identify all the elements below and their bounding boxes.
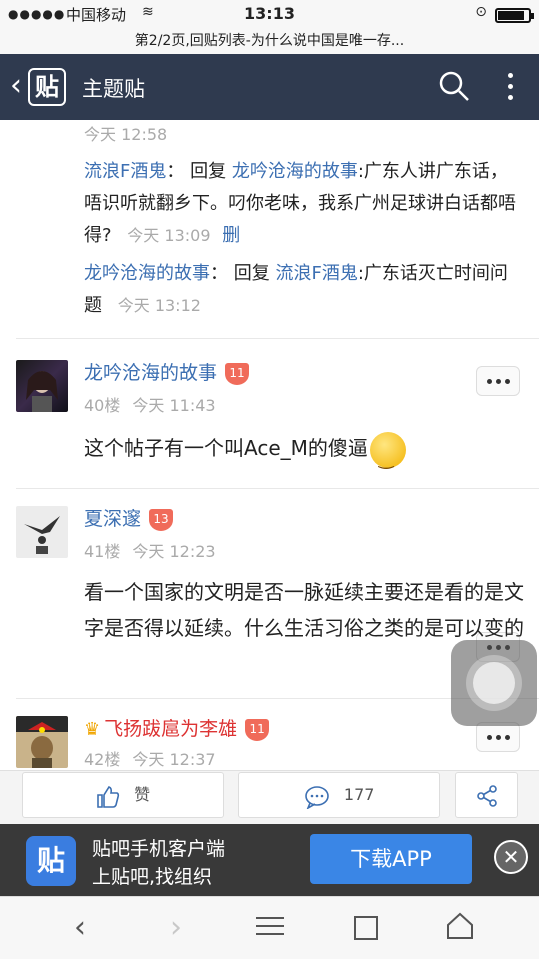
download-app-button[interactable]: 下载APP [310,834,472,884]
reply-target-username[interactable]: 流浪F酒鬼 [275,263,357,284]
banner-title: 贴吧手机客户端 [92,838,226,860]
reply-time: 今天 12:58 [84,125,168,144]
avatar[interactable] [16,360,68,412]
floor-meta: 42楼 今天 12:37 [84,746,216,770]
thumbs-up-icon [96,784,126,808]
reply-time: 今天 13:12 [117,296,201,315]
browser-toolbar: ‹ › [0,896,539,959]
tieba-app-logo: 贴 [26,836,76,886]
comment-button[interactable]: 177 [238,772,440,818]
browser-home-icon[interactable] [442,911,478,945]
floor-meta: 41楼 今天 12:23 [84,538,216,562]
avatar[interactable] [16,506,68,558]
reply-target-username[interactable]: 龙吟沧海的故事 [232,161,358,182]
floor-post: 龙吟沧海的故事 11 40楼 今天 11:43 这个帖子有一个叫Ace_M的傻逼 [0,338,539,488]
floor-time: 今天 12:23 [132,542,216,561]
comment-count: 177 [343,785,375,804]
browser-forward-icon[interactable]: › [158,911,194,945]
share-icon [475,784,499,807]
reply-username[interactable]: 流浪F酒鬼 [84,161,166,182]
more-menu-icon[interactable] [500,70,520,104]
level-badge: 11 [225,362,250,385]
floor-more-button[interactable] [476,366,520,396]
floor-username[interactable]: 夏深邃 13 [84,504,174,531]
reply-username[interactable]: 龙吟沧海的故事 [84,263,210,284]
reply-time: 今天 13:09 [127,226,211,245]
avatar[interactable] [16,716,68,768]
like-button[interactable]: 赞 [22,772,224,818]
browser-back-icon[interactable]: ‹ [62,911,98,945]
share-button[interactable] [455,772,518,818]
floor-number: 42楼 [84,750,121,769]
page-title: 主题贴 [82,77,145,101]
clock: 13:13 [244,4,295,23]
post-action-bar: 赞 177 [0,770,539,824]
browser-tabs-icon[interactable] [348,911,384,945]
floor-time: 今天 12:37 [132,750,216,769]
top-nav-bar: ‹ 贴 主题贴 [0,54,539,120]
status-bar: ●●●●● 中国移动 ≋ 13:13 ⊙ 第2/2页,回贴列表-为什么说中国是唯… [0,0,539,54]
delete-link[interactable]: 删 [222,225,240,246]
level-badge: 13 [149,508,174,531]
browser-menu-icon[interactable] [252,911,288,945]
floor-username[interactable]: 龙吟沧海的故事 11 [84,358,250,385]
close-icon[interactable]: ✕ [494,840,528,874]
sub-reply: 龙吟沧海的故事： 回复 流浪F酒鬼:广东话灭亡时间问题 今天 13:12 [84,263,508,316]
floor-time: 今天 11:43 [132,396,216,415]
back-icon[interactable]: ‹ [10,68,22,104]
battery-icon [495,8,534,23]
sub-reply: 流浪F酒鬼： 回复 龙吟沧海的故事:广东人讲广东话，唔识听就翻乡下。叼你老味，我… [84,161,516,246]
comment-icon [304,784,336,810]
assistive-touch-button[interactable] [451,640,537,726]
floor-username[interactable]: ♛ 飞扬跋扈为李雄 11 [84,714,270,741]
tieba-logo-icon[interactable]: 贴 [28,68,66,106]
banner-subtitle: 上贴吧,找组织 [92,866,213,888]
app-download-banner: 贴 贴吧手机客户端 上贴吧,找组织 下载APP ✕ [0,824,539,896]
crown-icon: ♛ [84,719,101,740]
page-url-title: 第2/2页,回贴列表-为什么说中国是唯一存... [134,33,405,49]
orientation-lock-icon: ⊙ [475,4,487,20]
floor-meta: 40楼 今天 11:43 [84,392,216,416]
floor-content: 看一个国家的文明是否一脉延续主要还是看的是文字是否得以延续。什么生活习俗之类的是… [84,580,524,640]
floor-number: 41楼 [84,542,121,561]
floor-content: 这个帖子有一个叫Ace_M的傻逼 [84,430,524,478]
floor-number: 40楼 [84,396,121,415]
like-label: 赞 [134,785,151,804]
smiley-emoji-icon [369,431,406,478]
floor-more-button[interactable] [476,722,520,752]
level-badge: 11 [245,718,270,741]
search-icon[interactable] [438,70,470,102]
